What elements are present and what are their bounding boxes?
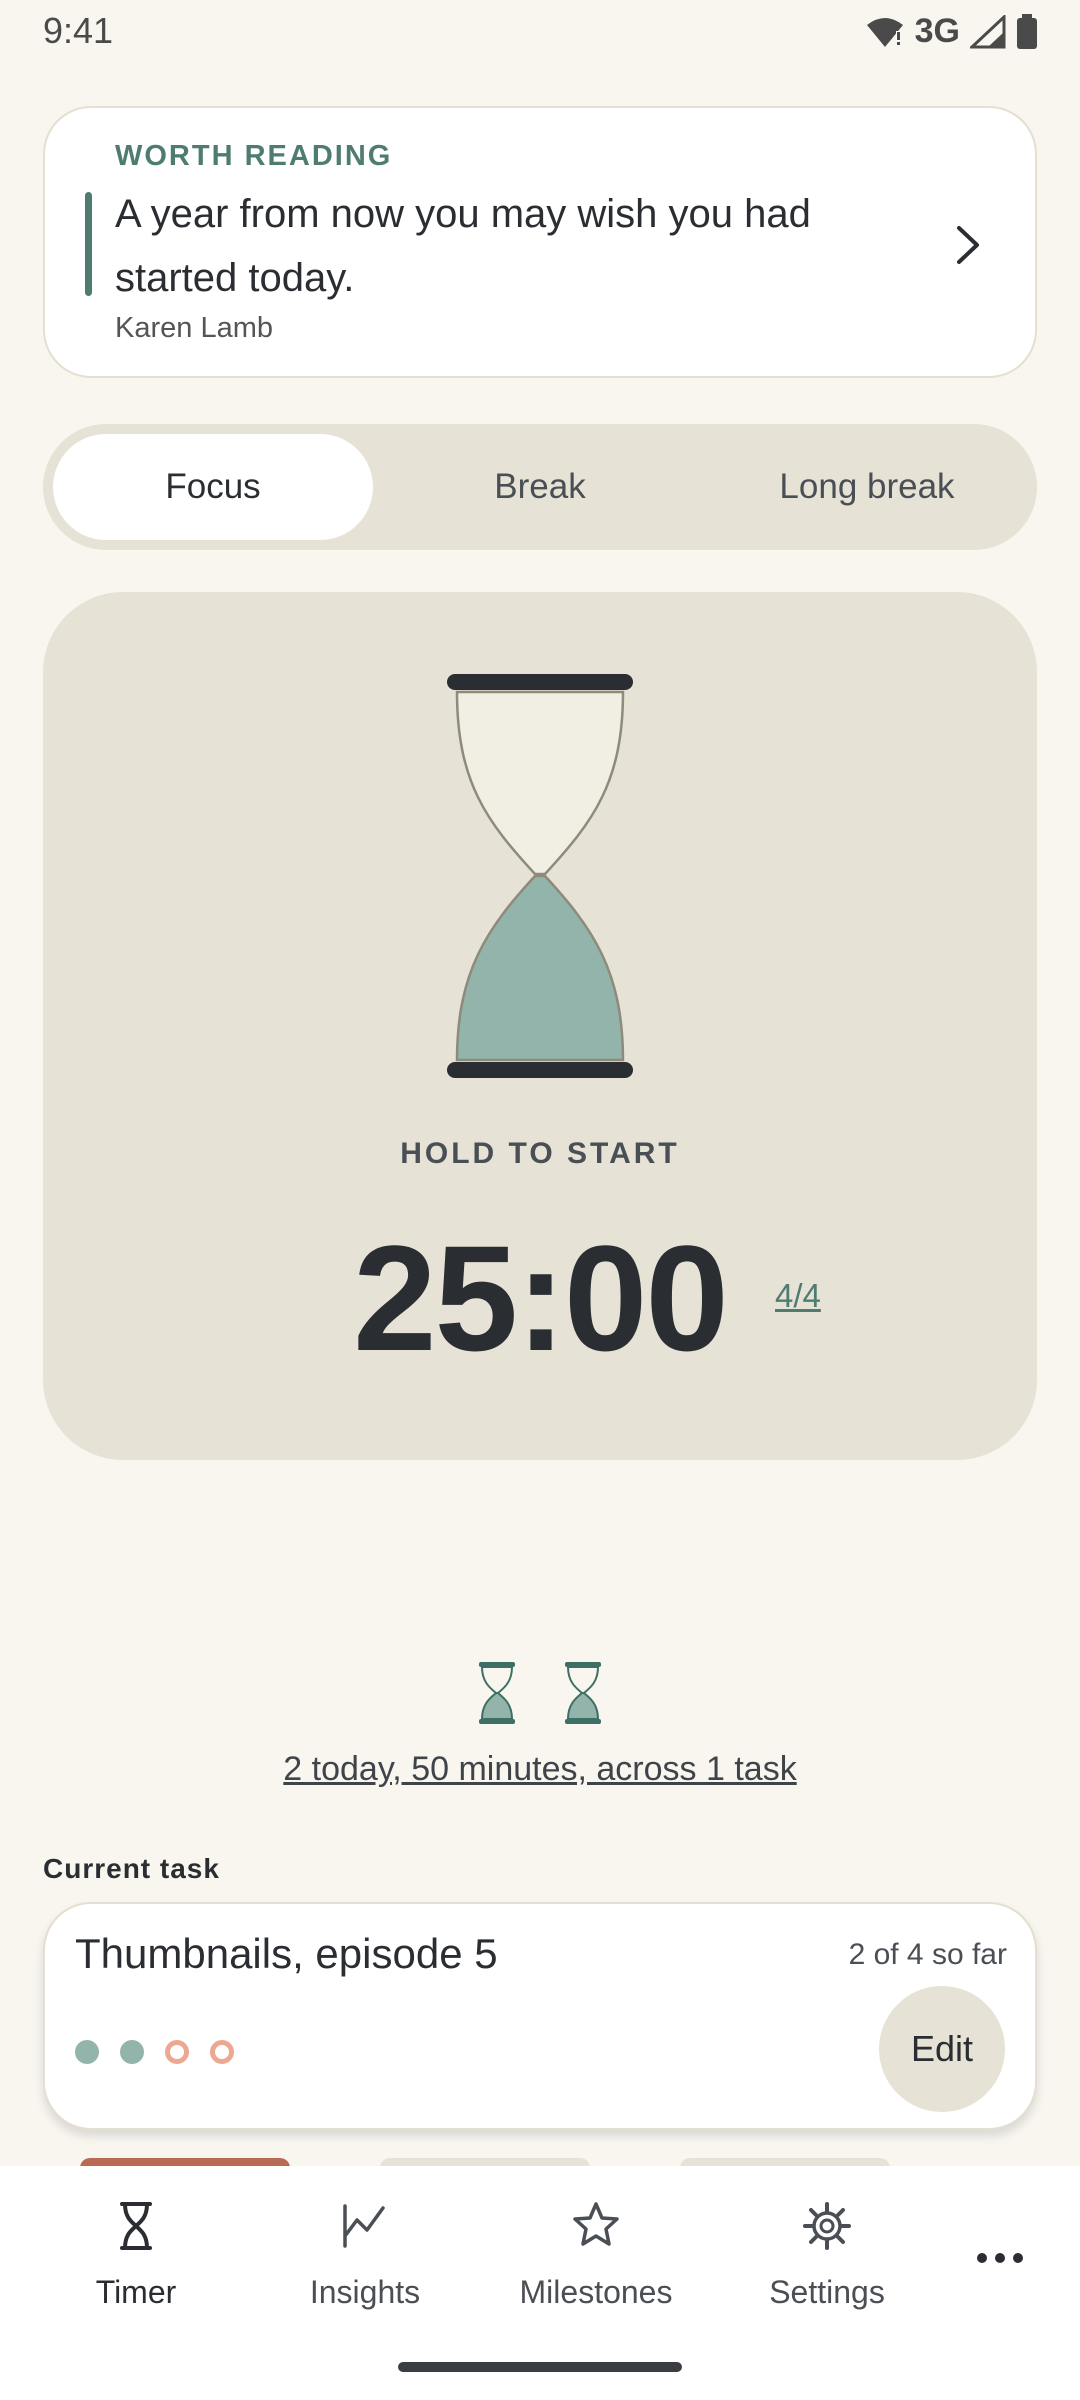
mode-selector: Focus Break Long break xyxy=(43,424,1037,550)
tab-focus[interactable]: Focus xyxy=(53,434,373,540)
network-type: 3G xyxy=(914,12,960,50)
nav-label: Settings xyxy=(769,2274,885,2310)
star-icon xyxy=(573,2202,619,2246)
session-dot-done xyxy=(75,2040,99,2064)
hourglass-icon xyxy=(479,1662,515,1724)
task-progress: 2 of 4 so far xyxy=(848,1938,1007,1971)
status-bar: 9:41 3G xyxy=(0,0,1080,62)
hourglass-icon xyxy=(565,1662,601,1724)
session-count-link[interactable]: 4/4 xyxy=(775,1277,821,1315)
hold-to-start-label: HOLD TO START xyxy=(400,1137,680,1170)
session-dot-done xyxy=(120,2040,144,2064)
timer-value: 25:00 xyxy=(353,1214,729,1382)
nav-label: Insights xyxy=(309,2274,421,2310)
signal-icon xyxy=(970,14,1006,48)
edit-task-button[interactable]: Edit xyxy=(879,1986,1005,2112)
today-summary-link[interactable]: 2 today, 50 minutes, across 1 task xyxy=(0,1750,1080,1789)
chevron-right-icon[interactable] xyxy=(947,220,987,270)
quote-author: Karen Lamb xyxy=(115,312,273,344)
tab-long-break[interactable]: Long break xyxy=(707,434,1027,540)
session-dot-remaining xyxy=(165,2040,189,2064)
nav-label: Timer xyxy=(95,2274,177,2310)
task-title: Thumbnails, episode 5 xyxy=(75,1930,498,1977)
timer-card[interactable]: HOLD TO START 25:00 4/4 xyxy=(43,592,1037,1460)
wifi-icon xyxy=(866,17,903,47)
quote-accent-bar xyxy=(85,192,92,296)
status-time: 9:41 xyxy=(43,10,114,51)
tab-break[interactable]: Break xyxy=(380,434,700,540)
quote-text: A year from now you may wish you had sta… xyxy=(115,192,811,300)
line-chart-icon xyxy=(343,2204,385,2248)
status-icons: 3G xyxy=(865,12,1038,51)
quote-card[interactable]: WORTH READING A year from now you may wi… xyxy=(43,106,1037,378)
completed-sessions xyxy=(478,1662,602,1724)
nav-item-settings[interactable]: Settings xyxy=(727,2196,927,2311)
quote-kicker: WORTH READING xyxy=(115,140,393,172)
home-indicator[interactable] xyxy=(398,2362,682,2372)
hidden-content-peek xyxy=(0,2150,1080,2178)
task-session-dots xyxy=(75,2040,234,2064)
nav-label: Milestones xyxy=(519,2274,673,2310)
current-task-heading: Current task xyxy=(43,1853,220,1884)
current-task-card[interactable]: Thumbnails, episode 5 2 of 4 so far Edit xyxy=(43,1902,1037,2130)
hourglass-icon[interactable] xyxy=(443,672,637,1080)
battery-icon xyxy=(1017,13,1037,49)
nav-item-timer[interactable]: Timer xyxy=(36,2196,236,2311)
nav-item-insights[interactable]: Insights xyxy=(265,2196,465,2311)
nav-item-milestones[interactable]: Milestones xyxy=(496,2196,696,2311)
session-dot-remaining xyxy=(210,2040,234,2064)
gear-icon xyxy=(803,2202,851,2250)
more-horizontal-icon[interactable] xyxy=(970,2238,1030,2278)
hourglass-icon xyxy=(120,2202,152,2250)
